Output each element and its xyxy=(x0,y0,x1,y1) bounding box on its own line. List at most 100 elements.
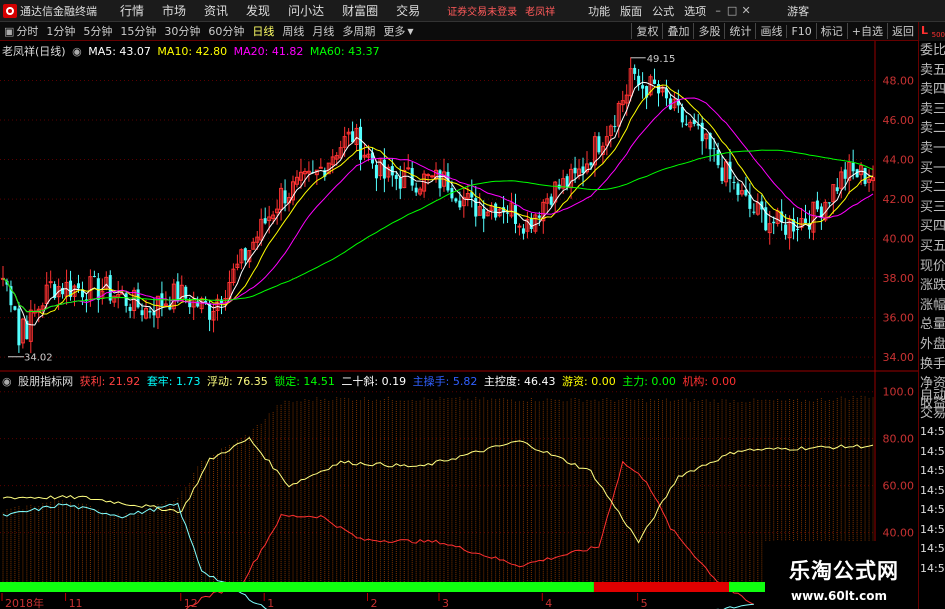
side-time: 14:56 xyxy=(920,483,945,497)
candle-body xyxy=(589,162,593,166)
back-button[interactable]: 返回 xyxy=(887,23,918,39)
candle-body xyxy=(529,217,533,229)
ind-youzi: 游资: 0.00 xyxy=(562,375,616,388)
candle-body xyxy=(633,67,637,74)
period-daily-button[interactable]: 日线 xyxy=(248,23,278,39)
candle-body xyxy=(573,167,577,174)
period-30min-button[interactable]: 30分钟 xyxy=(160,23,204,39)
chevron-down-icon: ▼ xyxy=(407,26,414,36)
ind-fudong: 浮动: 76.35 xyxy=(207,375,268,388)
period-5min-button[interactable]: 5分钟 xyxy=(79,23,116,39)
ind-tick-label: 100.0 xyxy=(883,386,915,399)
side-label: 换手 xyxy=(920,356,945,372)
ind-jigou: 机构: 0.00 xyxy=(682,375,737,388)
chart-toolbar: ▣ 分时 1分钟 5分钟 15分钟 30分钟 60分钟 日线 周线 月线 多周期 … xyxy=(0,22,918,41)
menu-zixun[interactable]: 资讯 xyxy=(195,2,237,19)
fuquan-button[interactable]: 复权 xyxy=(631,23,662,39)
watermark-title: 乐淘公式网 xyxy=(789,559,899,583)
ind-zhukongdu: 主控度: 46.43 xyxy=(483,375,556,388)
ma5-label: MA5: 43.07 xyxy=(88,45,151,58)
period-more-button[interactable]: 更多 ▼ xyxy=(379,23,417,39)
menu-caifuquan[interactable]: 财富圈 xyxy=(333,2,387,19)
period-fenshi-button[interactable]: ▣ 分时 xyxy=(0,23,42,39)
menu-xuanxiang[interactable]: 选项 xyxy=(679,3,711,19)
login-status[interactable]: 证券交易未登录 xyxy=(447,3,517,18)
ma60-label: MA60: 43.37 xyxy=(309,45,380,58)
side-label: 买一 xyxy=(920,160,945,176)
candle-body xyxy=(863,167,867,184)
candle-body xyxy=(736,183,740,195)
side-label: 总量 xyxy=(920,317,945,333)
diejia-button[interactable]: 叠加 xyxy=(662,23,693,39)
menu-shichang[interactable]: 市场 xyxy=(153,2,195,19)
chart-title: 老凤祥(日线) xyxy=(2,45,66,58)
menu-jiaoyi[interactable]: 交易 xyxy=(387,2,429,19)
indicator-legend: ◉ 股朋指标网 获利: 21.92 套牢: 1.73 浮动: 76.35 锁定:… xyxy=(2,373,739,389)
chart-area[interactable]: 48.00 46.00 44.00 42.00 40.00 38.00 36.00 34.00… xyxy=(0,41,918,609)
candle-body xyxy=(382,159,386,179)
menu-hangqing[interactable]: 行情 xyxy=(111,2,153,19)
side-label: 买二 xyxy=(920,180,945,196)
period-multi-button[interactable]: 多周期 xyxy=(338,23,379,39)
maximize-icon[interactable]: □ xyxy=(725,4,739,17)
period-weekly-button[interactable]: 周线 xyxy=(278,23,308,39)
ind-taolao: 套牢: 1.73 xyxy=(146,375,201,388)
menu-faxian[interactable]: 发现 xyxy=(237,2,279,19)
period-monthly-button[interactable]: 月线 xyxy=(308,23,338,39)
ma-line xyxy=(2,97,874,313)
candle-body xyxy=(243,248,247,261)
menu-wenxiaoda[interactable]: 问小达 xyxy=(279,2,333,19)
side-time: 14:56 xyxy=(920,503,945,516)
add-favorite-button[interactable]: +自选 xyxy=(846,23,887,39)
minimize-icon[interactable]: – xyxy=(711,4,725,17)
window-icon: ▣ xyxy=(4,24,15,38)
period-15min-button[interactable]: 15分钟 xyxy=(116,23,160,39)
ma-settings-icon[interactable]: ◉ xyxy=(72,45,82,58)
indicator-settings-icon[interactable]: ◉ xyxy=(2,375,12,388)
menu-gongneng[interactable]: 功能 xyxy=(583,3,615,19)
ind-suoding: 锁定: 14.51 xyxy=(274,375,335,388)
candle-body xyxy=(454,198,458,202)
price-tick-label: 46.00 xyxy=(883,114,915,127)
side-label: 交易 xyxy=(920,406,945,421)
huaxian-button[interactable]: 画线 xyxy=(755,23,786,39)
candle-body xyxy=(613,126,617,128)
side-label: 涨幅 xyxy=(920,297,945,313)
x-tick-label: 5 xyxy=(641,597,648,609)
app-logo-icon xyxy=(3,3,17,18)
ma10-label: MA10: 42.80 xyxy=(157,45,228,58)
close-icon[interactable]: ✕ xyxy=(739,4,753,17)
candle-body xyxy=(414,187,418,193)
level-badge: L 500 xyxy=(919,22,945,41)
period-60min-button[interactable]: 60分钟 xyxy=(204,23,248,39)
tongji-button[interactable]: 统计 xyxy=(724,23,755,39)
side-label: 卖三 xyxy=(920,101,945,117)
candle-body xyxy=(597,136,601,153)
side-label: 委比 xyxy=(920,43,945,58)
candle-body xyxy=(835,187,839,192)
menu-banmian[interactable]: 版面 xyxy=(615,3,647,19)
ind-series-line xyxy=(2,502,754,609)
price-tick-label: 40.00 xyxy=(883,233,915,246)
candle-body xyxy=(140,310,144,316)
candle-body xyxy=(482,209,486,219)
price-tick-label: 48.00 xyxy=(883,75,915,88)
candle-body xyxy=(815,200,819,210)
candle-body xyxy=(684,123,688,125)
candle-body xyxy=(128,307,132,311)
candle-body xyxy=(494,203,498,218)
f10-button[interactable]: F10 xyxy=(786,24,815,38)
menu-gongshi[interactable]: 公式 xyxy=(647,3,679,19)
side-time: 14:56 xyxy=(920,444,945,458)
ma-line xyxy=(2,81,874,326)
x-tick-label: 2018年 xyxy=(5,596,44,609)
candle-body xyxy=(732,181,736,183)
period-1min-button[interactable]: 1分钟 xyxy=(42,23,79,39)
candle-body xyxy=(517,225,522,228)
candle-body xyxy=(700,122,704,142)
side-time: 14:56 xyxy=(920,561,945,575)
side-label: 外盘 xyxy=(920,337,945,352)
biaoji-button[interactable]: 标记 xyxy=(815,23,847,39)
high-label: 49.15 xyxy=(647,54,676,65)
duogu-button[interactable]: 多股 xyxy=(693,23,724,39)
